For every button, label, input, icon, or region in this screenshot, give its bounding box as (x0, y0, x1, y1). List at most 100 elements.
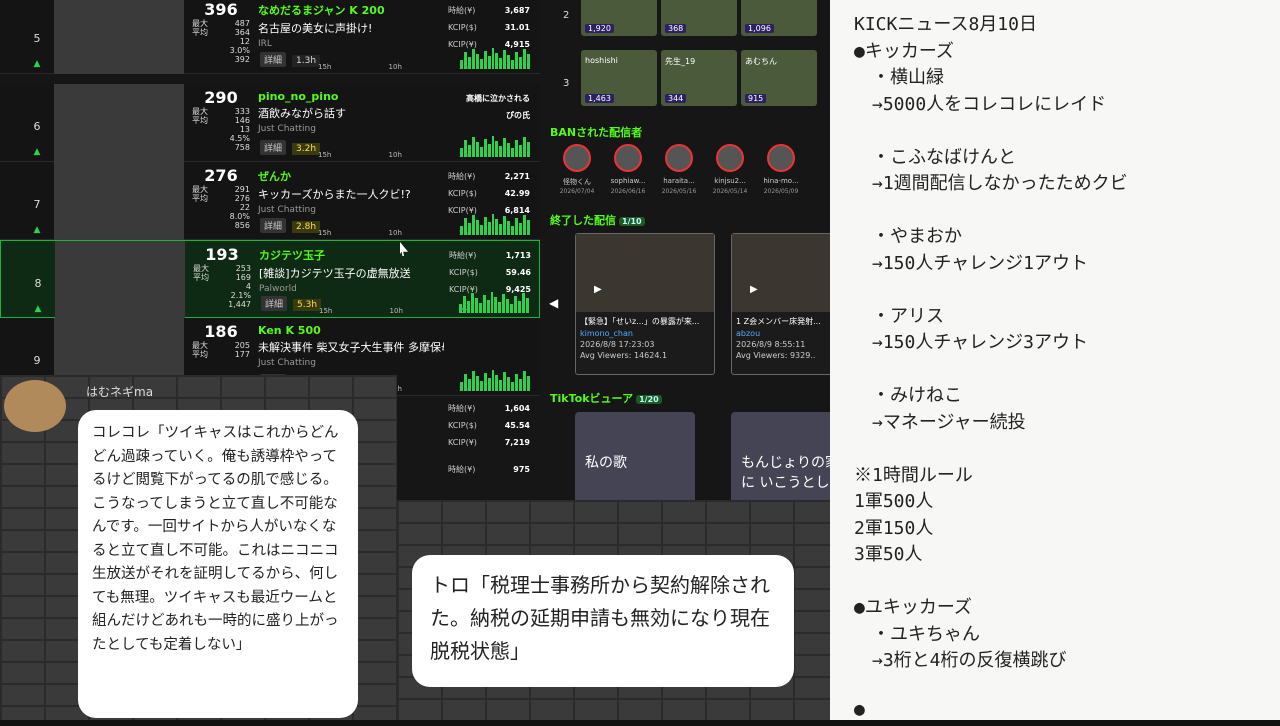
stat-value: 2.1% (230, 291, 251, 300)
ranking-row[interactable]: 7 ▲ 276 最大 291 平均 276 22 8.0% 856 ぜんか キッカーズからまた一人クビ… (0, 162, 540, 240)
video-user[interactable]: kimono_chan (580, 329, 710, 338)
extra-kcip: 時給(¥) 1,604 KCIP($) 45.54 KCIP(¥) 7,219 時給(¥) 9… (448, 400, 530, 478)
video-user[interactable]: abzou (736, 329, 830, 338)
kcip-value: 1,604 (504, 404, 530, 413)
streamer-name[interactable]: ぜんか (258, 168, 444, 184)
stream-thumbnail[interactable] (54, 84, 184, 162)
spark-bar (502, 293, 506, 313)
news-note: KICKニュース8月10日 ●キッカーズ ・横山緑 →5000人をコレコレにレイド… (830, 0, 1280, 720)
banned-avatar[interactable] (563, 144, 591, 172)
streamer-name[interactable]: pino_no_pino (258, 90, 444, 103)
detail-button[interactable]: 詳細 (260, 52, 287, 67)
grid-cell-value: 1,920 (585, 24, 614, 33)
ranking-row[interactable]: 6 ▲ 290 最大 333 平均 146 13 4.5% 758 pino_no_pino 酒飲みな… (0, 84, 540, 162)
spark-bar (479, 147, 483, 157)
stream-thumbnail[interactable] (55, 241, 185, 319)
stat-value: 205 (234, 341, 250, 350)
note-line: ● (854, 699, 865, 720)
streamer-name[interactable]: カジテツ玉子 (259, 247, 445, 263)
detail-button[interactable]: 詳細 (260, 218, 287, 233)
grid-cell-value: 915 (745, 94, 767, 103)
note-line: →150人チャレンジ3アウト (854, 332, 1089, 353)
note-line: ・みけねこ (854, 385, 962, 406)
note-line: ・横山緑 (854, 67, 944, 88)
note-line: ・やまおか (854, 226, 962, 247)
grid-cell[interactable]: 1,096 (741, 0, 817, 36)
kcip-label: 時給(¥) (448, 465, 476, 474)
ended-video-card[interactable]: ▶ 【緊急】「せいz...」の暴露が来... kimono_chan 2026/8/8… (575, 233, 715, 375)
spark-bar (479, 381, 483, 391)
spark-bar (487, 222, 491, 235)
spark-bar (486, 300, 490, 313)
spark-bar (463, 140, 467, 157)
stream-category: Just Chatting (258, 124, 316, 134)
stream-thumbnail[interactable] (54, 162, 184, 240)
ranking-row[interactable]: 5 ▲ 396 最大 487 平均 364 12 3.0% 392 なめだるまジャン K 200 名古… (0, 0, 540, 74)
grid-cell[interactable]: 1,920 (581, 0, 657, 36)
kcip-line: 時給(¥) 1,713 (449, 247, 531, 264)
tiktok-card[interactable]: 私の歌 (575, 412, 695, 512)
kcip-line: KCIP($) 45.54 (448, 417, 530, 434)
spark-bar (466, 301, 470, 313)
note-line: ・アリス (854, 305, 944, 327)
stat-line: 平均 177 (188, 350, 254, 359)
grid-cell[interactable]: 368 (661, 0, 737, 36)
side-panel: 2 1,920 368 1,096 3 hoshishi 1,463 先生_19 344 あむちん… (545, 0, 830, 520)
spark-bar (495, 52, 499, 69)
spark-bar (475, 376, 479, 391)
spark-bar (499, 58, 503, 69)
spark-bar (460, 226, 463, 235)
grid-cell[interactable]: 先生_19 344 (661, 50, 737, 106)
stat-value: 253 (235, 264, 251, 273)
streamer-name[interactable]: Ken K 500 (258, 324, 444, 337)
viewer-stats: 276 最大 291 平均 276 22 8.0% 856 (188, 162, 254, 240)
stat-line: 3.0% (188, 46, 254, 55)
grid-cell[interactable]: あむちん 915 (741, 50, 817, 106)
spark-bar (460, 382, 463, 391)
viewer-sparkline (460, 213, 530, 235)
detail-button[interactable]: 詳細 (261, 296, 288, 311)
streamer-name[interactable]: なめだるまジャン K 200 (258, 2, 444, 18)
video-thumbnail[interactable]: ▶ (732, 234, 830, 312)
spark-bar (495, 218, 499, 235)
stat-line: 4.5% (188, 134, 254, 143)
spark-bar (499, 380, 503, 391)
detail-button[interactable]: 詳細 (260, 140, 287, 155)
stat-line: 2.1% (189, 291, 255, 300)
spark-bar (483, 372, 487, 391)
kcip-label: 時給(¥) (448, 404, 476, 413)
stat-label: 平均 (192, 28, 208, 37)
banned-avatar[interactable] (614, 144, 642, 172)
stat-value: 291 (234, 185, 250, 194)
banned-avatar[interactable] (665, 144, 693, 172)
tiktok-card[interactable]: もんじょりの家に いこうとし (731, 412, 830, 512)
stat-value: 13 (239, 125, 250, 134)
stat-value: 856 (234, 221, 250, 230)
stream-thumbnail[interactable] (54, 0, 184, 74)
ended-video-card[interactable]: ▶ 1 Z会メンバー床発射... abzou 2026/8/9 8:55:11 Avg … (731, 233, 830, 375)
grid-cell[interactable]: hoshishi 1,463 (581, 50, 657, 106)
spark-bar (526, 53, 530, 69)
stat-value: 4.5% (229, 134, 250, 143)
stat-value: 333 (234, 107, 250, 116)
ranking-row[interactable]: 8 ▲ 193 最大 253 平均 169 4 2.1% 1,447 カジテツ玉子 [雑談]カジテツ玉… (0, 240, 540, 319)
rank-number: 7 ▲ (26, 198, 48, 235)
prev-arrow-icon[interactable]: ◀ (549, 296, 558, 310)
banned-avatar[interactable] (716, 144, 744, 172)
video-thumbnail[interactable]: ▶ (576, 234, 714, 312)
kcip-stats: 高橋に泣かされる ぴの氏 (448, 90, 530, 124)
rank-value: 8 (34, 277, 42, 290)
spark-bar (471, 214, 475, 235)
follower-count: K 200 (345, 4, 385, 17)
grid-cell-value: 1,463 (585, 94, 614, 103)
spark-bar (479, 59, 483, 69)
banned-title: BANされた配信者 (550, 126, 643, 139)
spark-bar (462, 296, 466, 313)
spark-bar (523, 136, 526, 157)
banned-avatar[interactable] (767, 144, 795, 172)
kcip-line: 時給(¥) 2,271 (448, 168, 530, 185)
kcip-line: 時給(¥) 1,604 (448, 400, 530, 417)
rank-number: 6 ▲ (26, 120, 48, 157)
viewer-score: 396 (204, 0, 238, 19)
stat-line: 12 (188, 37, 254, 46)
